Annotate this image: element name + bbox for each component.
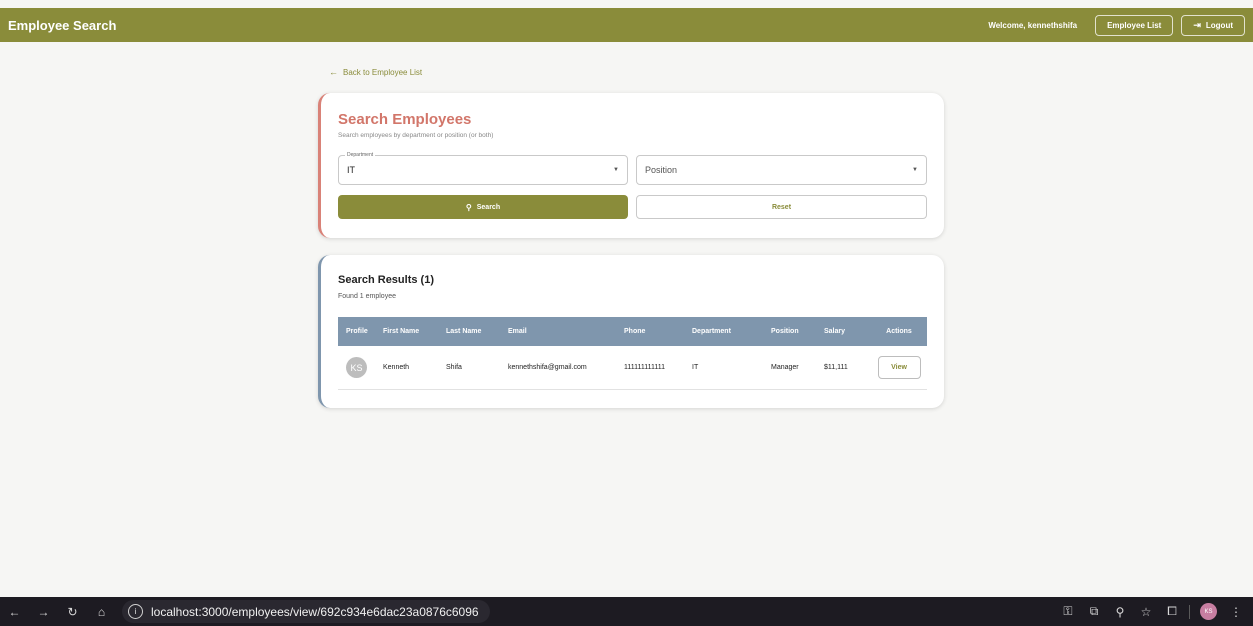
reset-button-label: Reset [771,203,792,211]
first-name-cell: Kenneth [383,364,410,371]
back-arrow-icon[interactable]: ← [0,605,29,619]
extensions-icon[interactable]: ⧠ [1159,604,1185,619]
search-subtitle: Search employees by department or positi… [338,132,494,139]
table-header: Profile First Name Last Name Email Phone… [338,317,927,346]
email-cell: kennethshifa@gmail.com [508,364,587,371]
browser-toolbar: ← → ↻ ⌂ i localhost:3000/employees/view/… [0,597,1253,626]
install-app-icon[interactable]: ⧉ [1081,604,1107,619]
department-value: IT [347,165,355,175]
actions-cell: View [871,356,927,379]
search-icon: ⚲ [465,202,472,212]
table-row: KS Kenneth Shifa kennethshifa@gmail.com … [338,346,927,390]
back-link-label: Back to Employee List [343,67,423,77]
welcome-text: Welcome, kennethshifa [988,20,1078,30]
avatar: KS [346,357,367,378]
home-icon[interactable]: ⌂ [87,605,116,619]
col-phone: Phone [624,328,646,335]
zoom-icon[interactable]: ⚲ [1107,605,1133,619]
employee-list-button[interactable]: Employee List [1095,14,1174,36]
search-button[interactable]: ⚲ Search [338,195,628,219]
reload-icon[interactable]: ↻ [58,605,87,619]
col-first-name: First Name [383,328,420,335]
logout-icon: ⇥ [1193,19,1201,30]
col-actions: Actions [886,328,912,335]
app-header: Employee Search Welcome, kennethshifa Em… [0,8,1253,42]
salary-cell: $11,111 [824,364,848,371]
address-bar[interactable]: i localhost:3000/employees/view/692c934e… [122,600,490,623]
results-card: Search Results (1) Found 1 employee Prof… [318,255,944,408]
browser-actions: ⚿ ⧉ ⚲ ☆ ⧠ KS ⋮ [1055,597,1249,626]
search-button-label: Search [476,203,501,211]
results-table: Profile First Name Last Name Email Phone… [338,317,927,390]
department-select[interactable]: Department IT ▼ [338,152,628,185]
department-cell: IT [692,364,699,371]
profile-cell: KS [338,357,383,378]
col-profile: Profile [346,328,368,335]
menu-kebab-icon[interactable]: ⋮ [1223,605,1249,619]
toolbar-divider [1189,604,1190,619]
position-placeholder: Position [645,165,678,175]
forward-arrow-icon[interactable]: → [29,605,58,619]
results-title: Search Results (1) [338,274,434,286]
app-title: Employee Search [8,17,117,33]
back-to-list-link[interactable]: ← Back to Employee List [329,67,422,77]
url-text: localhost:3000/employees/view/692c934e6d… [151,604,479,619]
logout-label: Logout [1205,20,1233,30]
caret-down-icon: ▼ [613,167,619,173]
logout-button[interactable]: ⇥ Logout [1181,14,1245,36]
search-card: Search Employees Search employees by dep… [318,93,944,238]
phone-cell: 111111111111 [624,364,666,371]
col-department: Department [692,328,731,335]
arrow-left-icon: ← [329,67,338,77]
last-name-cell: Shifa [446,364,462,371]
profile-avatar[interactable]: KS [1200,603,1217,620]
results-count: Found 1 employee [338,293,396,300]
department-label: Department [345,152,376,159]
position-select[interactable]: Position ▼ [636,155,927,185]
col-position: Position [771,328,799,335]
col-email: Email [508,328,527,335]
reset-button[interactable]: Reset [636,195,927,219]
search-title: Search Employees [338,111,472,128]
view-button[interactable]: View [877,356,921,379]
caret-down-icon: ▼ [912,167,918,173]
position-cell: Manager [771,364,799,371]
col-salary: Salary [824,328,846,335]
employee-list-label: Employee List [1107,20,1162,30]
site-info-icon[interactable]: i [128,604,143,619]
password-key-icon[interactable]: ⚿ [1055,604,1081,619]
bookmark-star-icon[interactable]: ☆ [1133,605,1159,619]
col-last-name: Last Name [446,328,482,335]
